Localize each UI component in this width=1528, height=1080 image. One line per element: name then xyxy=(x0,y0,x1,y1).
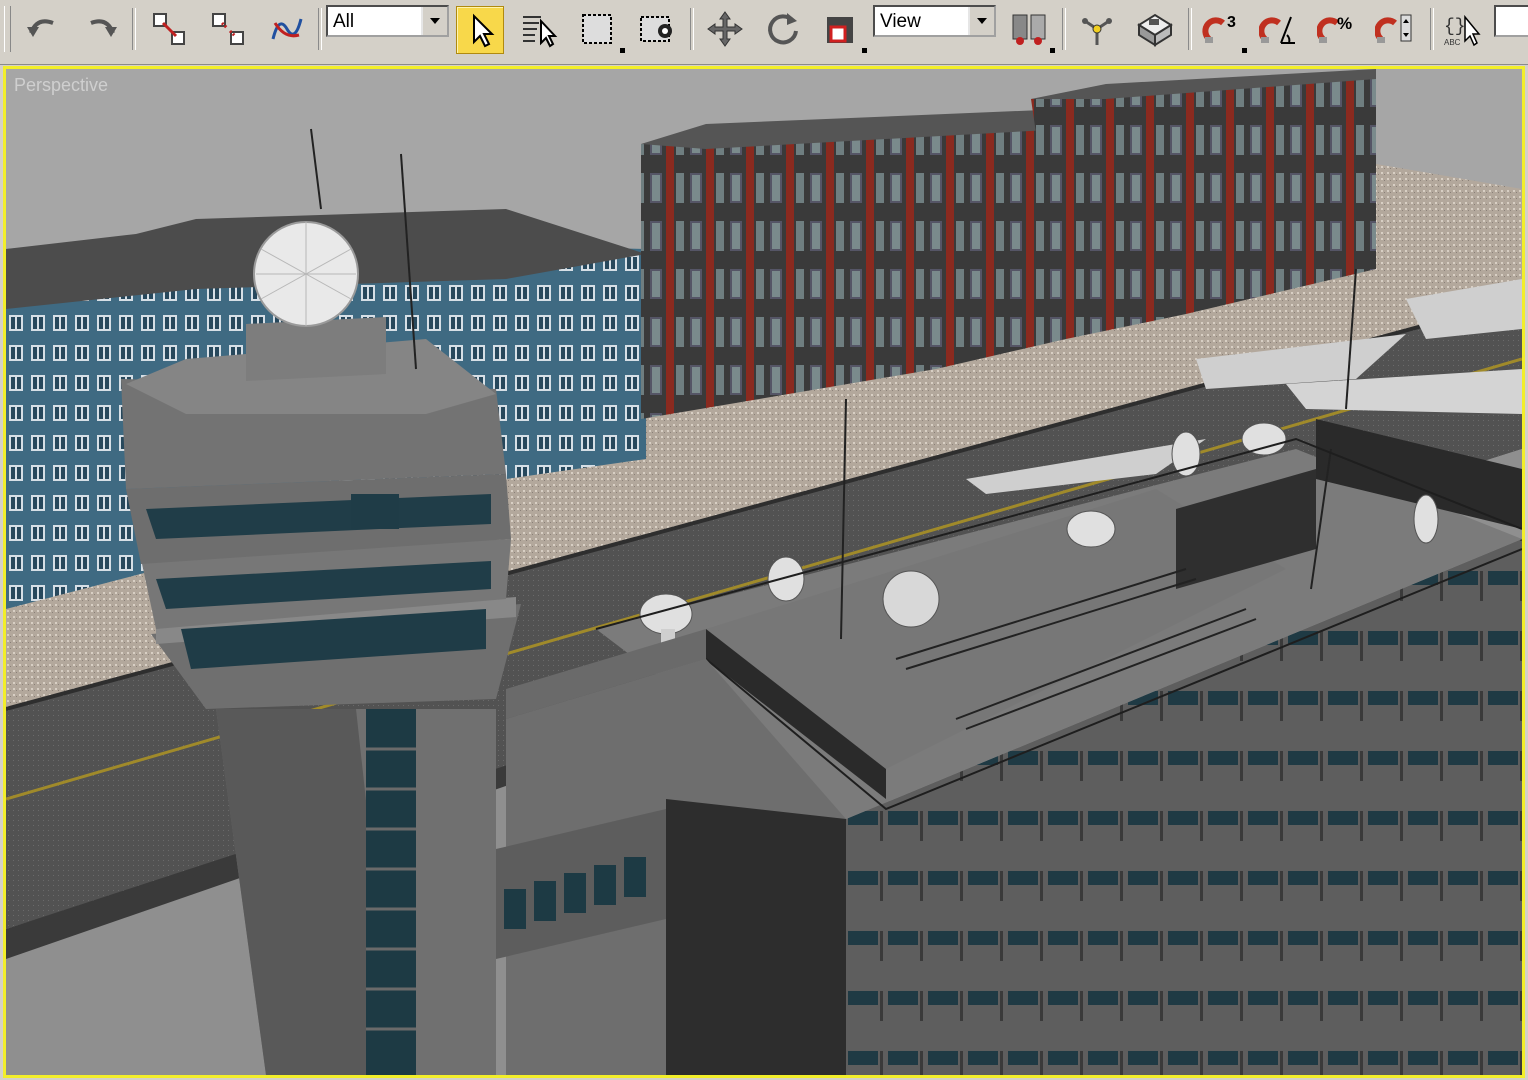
named-selection-sets-dropdown[interactable] xyxy=(1494,5,1528,37)
flyout-indicator xyxy=(1242,48,1247,53)
chevron-down-icon[interactable] xyxy=(968,7,994,35)
spinner-snap-icon xyxy=(1375,14,1412,43)
rectangular-selection-icon xyxy=(582,14,612,44)
snap-toggle-button[interactable]: 3 xyxy=(1198,6,1244,52)
viewport-scene xyxy=(6,69,1522,1075)
redo-button[interactable] xyxy=(78,6,124,52)
selection-filter-value: All xyxy=(333,11,355,32)
viewport-label[interactable]: Perspective xyxy=(14,75,108,96)
undo-icon xyxy=(27,19,54,37)
annex-shadow xyxy=(666,799,846,1075)
named-selection-icon: {}ABC xyxy=(1444,14,1481,47)
toolbar-separator xyxy=(1430,8,1434,50)
select-object-button[interactable] xyxy=(456,6,504,54)
toolbar-separator xyxy=(1188,8,1192,50)
unlink-selection-button[interactable] xyxy=(205,6,251,52)
named-sets-label: ABC xyxy=(1444,38,1461,47)
window-crossing-button[interactable] xyxy=(634,6,680,52)
toolbar-separator xyxy=(690,8,694,50)
rotate-icon xyxy=(768,13,798,45)
redo-icon xyxy=(90,19,117,37)
toolbar-grip[interactable] xyxy=(4,6,11,52)
flyout-indicator xyxy=(1050,48,1055,53)
align-icon xyxy=(1137,13,1173,47)
move-icon xyxy=(707,11,743,47)
rectangular-selection-button[interactable] xyxy=(574,6,620,52)
bind-spacewarp-icon xyxy=(271,18,303,40)
selection-filter-dropdown[interactable]: All xyxy=(326,5,449,37)
snap-3d-icon: 3 xyxy=(1202,14,1236,43)
select-link-icon xyxy=(153,13,185,45)
align-button[interactable] xyxy=(1132,6,1178,52)
pivot-center-icon xyxy=(1012,14,1046,45)
select-and-link-button[interactable] xyxy=(146,6,192,52)
select-by-name-icon xyxy=(523,16,558,48)
select-and-rotate-button[interactable] xyxy=(760,6,806,52)
use-pivot-center-button[interactable] xyxy=(1006,6,1052,52)
mirror-button[interactable] xyxy=(1074,6,1120,52)
reference-coordinate-value: View xyxy=(880,11,921,32)
angle-snap-icon xyxy=(1259,16,1295,44)
percent-snap-icon: % xyxy=(1317,14,1352,43)
percent-snap-label: % xyxy=(1337,14,1352,33)
perspective-viewport[interactable]: Perspective xyxy=(3,66,1525,1078)
toolbar-separator xyxy=(132,8,136,50)
bind-to-spacewarp-button[interactable] xyxy=(264,6,310,52)
unlink-icon xyxy=(212,13,244,45)
chevron-down-icon[interactable] xyxy=(421,7,447,35)
mirror-icon xyxy=(1082,18,1112,45)
main-toolbar: All View 3 % {} ABC xyxy=(0,0,1528,65)
svg-text:{}: {} xyxy=(1444,17,1466,37)
toolbar-separator xyxy=(318,8,322,50)
flyout-indicator xyxy=(862,48,867,53)
toolbar-separator xyxy=(1062,8,1066,50)
spinner-snap-toggle-button[interactable] xyxy=(1372,6,1418,52)
edit-named-selection-button[interactable]: {} ABC xyxy=(1438,6,1484,52)
reference-coordinate-dropdown[interactable]: View xyxy=(873,5,996,37)
select-by-name-button[interactable] xyxy=(516,6,562,52)
snap-3d-label: 3 xyxy=(1227,14,1236,31)
select-and-move-button[interactable] xyxy=(702,6,748,52)
angle-snap-toggle-button[interactable] xyxy=(1256,6,1302,52)
percent-snap-toggle-button[interactable]: % xyxy=(1314,6,1360,52)
flyout-indicator xyxy=(620,48,625,53)
window-crossing-icon xyxy=(640,16,672,42)
scale-icon xyxy=(827,17,853,43)
undo-button[interactable] xyxy=(20,6,66,52)
select-object-icon xyxy=(473,13,495,48)
select-and-scale-button[interactable] xyxy=(816,6,862,52)
